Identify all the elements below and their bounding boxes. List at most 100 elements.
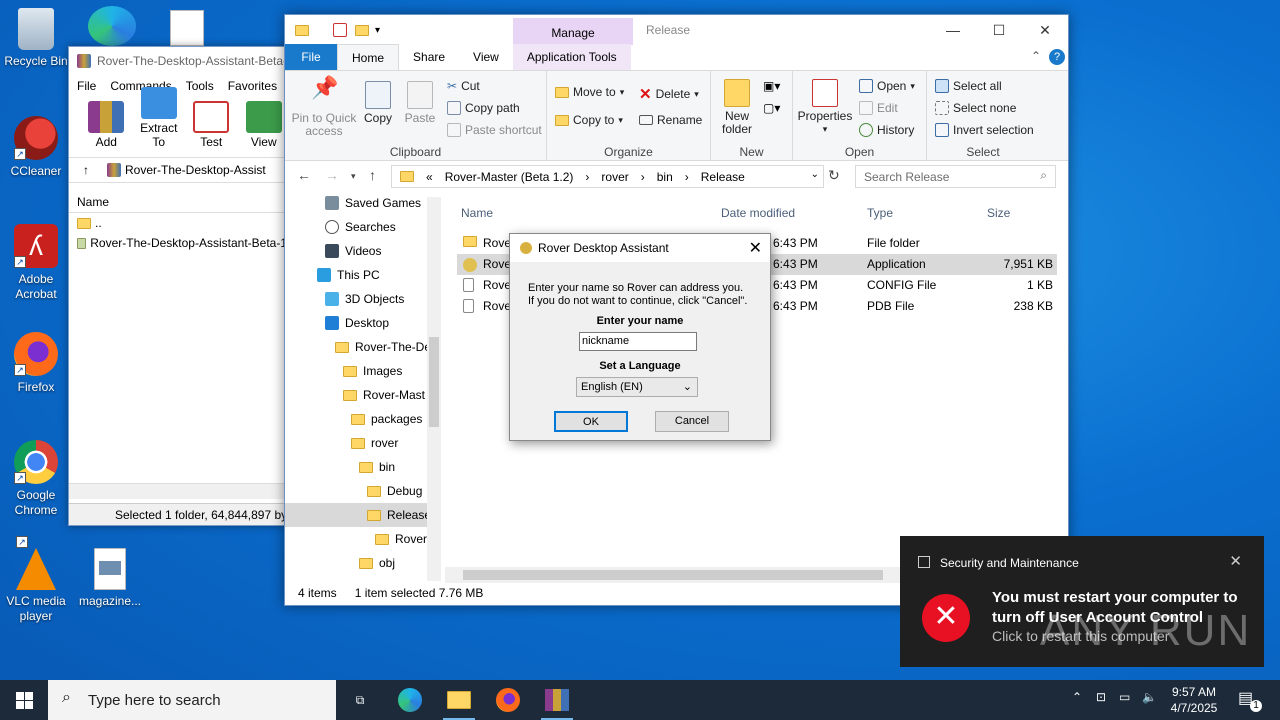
- ok-button[interactable]: OK: [554, 411, 628, 432]
- winrar-extract-button[interactable]: Extract To: [136, 87, 183, 149]
- name-input[interactable]: nickname: [579, 332, 697, 351]
- desktop-icon-vlc[interactable]: ↗ VLC media player: [0, 536, 72, 624]
- winrar-view-button[interactable]: View: [241, 101, 288, 149]
- tab-share[interactable]: Share: [399, 44, 459, 70]
- column-name[interactable]: Name: [461, 206, 493, 220]
- collapse-ribbon-icon[interactable]: ⌃: [1031, 49, 1041, 63]
- rename-button[interactable]: Rename: [639, 113, 702, 127]
- taskbar-search-input[interactable]: ⌕ Type here to search: [48, 680, 336, 720]
- winrar-column-name[interactable]: Name: [69, 191, 287, 213]
- new-folder-qat-icon[interactable]: [355, 24, 369, 36]
- nav-item-this-pc[interactable]: This PC: [285, 263, 441, 287]
- minimize-button[interactable]: —: [930, 15, 976, 45]
- nav-item-folder[interactable]: Rover-The-De: [285, 335, 441, 359]
- winrar-menu-tools[interactable]: Tools: [186, 79, 214, 93]
- new-item-icon[interactable]: ▣▾: [763, 79, 780, 93]
- breadcrumb-item[interactable]: Release: [701, 170, 745, 184]
- search-input[interactable]: Search Release ⌕: [855, 165, 1056, 188]
- tab-home[interactable]: Home: [337, 44, 400, 70]
- dialog-titlebar[interactable]: Rover Desktop Assistant ✕: [510, 234, 770, 262]
- nav-item-folder[interactable]: obj: [285, 551, 441, 575]
- manage-context-tab[interactable]: Manage: [513, 18, 633, 45]
- cancel-button[interactable]: Cancel: [655, 411, 729, 432]
- edit-button[interactable]: Edit: [859, 101, 898, 115]
- winrar-window[interactable]: Rover-The-Desktop-Assistant-Beta- File C…: [68, 46, 288, 526]
- taskbar-clock[interactable]: 9:57 AM 4/7/2025: [1164, 684, 1224, 716]
- qat-dropdown-icon[interactable]: ▾: [375, 25, 380, 36]
- language-select[interactable]: English (EN) ⌄: [576, 377, 698, 397]
- nav-item-folder[interactable]: bin: [285, 455, 441, 479]
- new-folder-button[interactable]: New folder: [717, 79, 757, 136]
- tab-file[interactable]: File: [285, 44, 337, 70]
- easy-access-icon[interactable]: ▢▾: [763, 101, 780, 115]
- nav-item-folder-selected[interactable]: Release: [285, 503, 441, 527]
- explorer-titlebar[interactable]: ▾ Manage Release — ☐ ✕: [285, 15, 1068, 45]
- copy-button[interactable]: Copy: [361, 81, 395, 125]
- refresh-icon[interactable]: ↻: [828, 167, 840, 184]
- rover-dialog[interactable]: Rover Desktop Assistant ✕ Enter your nam…: [509, 233, 771, 441]
- nav-item-searches[interactable]: Searches: [285, 215, 441, 239]
- nav-pane-scrollbar[interactable]: [427, 197, 441, 581]
- nav-item-folder[interactable]: Images: [285, 359, 441, 383]
- maximize-button[interactable]: ☐: [976, 15, 1022, 45]
- breadcrumb-item[interactable]: Rover-Master (Beta 1.2): [445, 170, 574, 184]
- nav-item-folder[interactable]: Debug: [285, 479, 441, 503]
- winrar-path[interactable]: Rover-The-Desktop-Assist: [107, 163, 266, 178]
- image-desktop-icon[interactable]: [170, 10, 204, 46]
- paste-shortcut-button[interactable]: Paste shortcut: [447, 123, 542, 137]
- chevron-up-icon[interactable]: ⌃: [1072, 690, 1082, 704]
- address-bar[interactable]: « Rover-Master (Beta 1.2) › rover › bin › R…: [391, 165, 824, 188]
- help-icon[interactable]: ?: [1049, 49, 1065, 65]
- toast-close-icon[interactable]: ✕: [1229, 552, 1242, 570]
- breadcrumb-overflow[interactable]: «: [426, 170, 433, 184]
- copy-path-button[interactable]: Copy path: [447, 101, 520, 115]
- copy-to-button[interactable]: Copy to ▾: [555, 113, 623, 127]
- winrar-horizontal-scrollbar[interactable]: [69, 483, 287, 499]
- winrar-test-button[interactable]: Test: [188, 101, 235, 149]
- recent-dropdown-icon[interactable]: ▾: [351, 171, 356, 182]
- taskbar-edge[interactable]: [386, 680, 434, 720]
- desktop-icon-recycle-bin[interactable]: Recycle Bin: [0, 8, 72, 69]
- nav-item-desktop[interactable]: Desktop: [285, 311, 441, 335]
- history-button[interactable]: History: [859, 123, 914, 137]
- list-item[interactable]: ..: [69, 213, 287, 233]
- chevron-down-icon[interactable]: ⌄: [811, 169, 819, 180]
- tab-application-tools[interactable]: Application Tools: [512, 44, 631, 70]
- delete-button[interactable]: ✕ Delete ▾: [639, 85, 699, 103]
- task-view-button[interactable]: ⧉: [336, 680, 384, 720]
- network-icon[interactable]: ⊡: [1096, 690, 1106, 704]
- close-button[interactable]: ✕: [1022, 15, 1068, 45]
- list-item[interactable]: Rover-The-Desktop-Assistant-Beta-1: [69, 233, 287, 253]
- taskbar-firefox[interactable]: [484, 680, 532, 720]
- start-button[interactable]: [0, 680, 48, 720]
- select-none-button[interactable]: Select none: [935, 101, 1016, 115]
- nav-item-folder[interactable]: rover: [285, 431, 441, 455]
- open-button[interactable]: Open ▾: [859, 79, 915, 93]
- column-size[interactable]: Size: [987, 206, 1010, 220]
- properties-qat-icon[interactable]: [333, 23, 347, 37]
- breadcrumb-item[interactable]: rover: [601, 170, 628, 184]
- column-date-modified[interactable]: Date modified: [721, 206, 795, 220]
- tab-view[interactable]: View: [459, 44, 513, 70]
- properties-button[interactable]: Properties ▾: [795, 79, 855, 136]
- move-to-button[interactable]: Move to ▾: [555, 85, 624, 99]
- volume-icon[interactable]: 🔈: [1142, 690, 1157, 704]
- up-arrow-icon[interactable]: ↑: [83, 163, 89, 177]
- winrar-titlebar[interactable]: Rover-The-Desktop-Assistant-Beta-: [69, 47, 287, 75]
- taskbar-winrar[interactable]: [533, 680, 581, 720]
- winrar-add-button[interactable]: Add: [83, 101, 130, 149]
- column-type[interactable]: Type: [867, 206, 893, 220]
- dialog-close-icon[interactable]: ✕: [749, 238, 762, 258]
- desktop-icon-magazine[interactable]: magazine...: [74, 548, 146, 609]
- desktop-icon-ccleaner[interactable]: ↗ CCleaner: [0, 116, 72, 179]
- taskbar-file-explorer[interactable]: [435, 680, 483, 720]
- nav-item-folder[interactable]: Rover-Mast: [285, 383, 441, 407]
- back-arrow-icon[interactable]: ←: [297, 167, 311, 183]
- cut-button[interactable]: ✂ Cut: [447, 79, 480, 93]
- invert-selection-button[interactable]: Invert selection: [935, 123, 1034, 137]
- winrar-menu-favorites[interactable]: Favorites: [228, 79, 277, 93]
- desktop-icon-chrome[interactable]: ↗ Google Chrome: [0, 440, 72, 518]
- edge-desktop-icon[interactable]: [88, 6, 136, 46]
- nav-item-3d-objects[interactable]: 3D Objects: [285, 287, 441, 311]
- pin-quick-access-button[interactable]: 📌 Pin to Quick access: [289, 77, 359, 138]
